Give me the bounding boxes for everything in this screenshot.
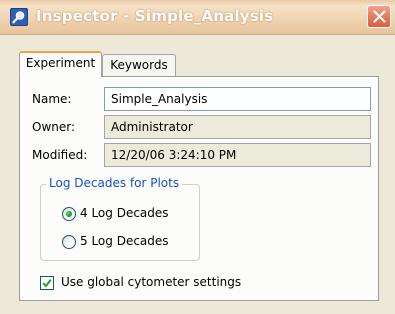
name-label: Name: — [32, 92, 72, 106]
radio-4-log-decades-label[interactable]: 4 Log Decades — [80, 206, 169, 220]
inspector-window: Inspector - Simple_Analysis Experiment K… — [0, 0, 395, 314]
tab-experiment[interactable]: Experiment — [19, 51, 102, 77]
owner-field: Administrator — [104, 115, 371, 139]
radio-5-log-decades[interactable] — [62, 235, 76, 249]
modified-label: Modified: — [32, 148, 88, 162]
use-global-settings-checkbox[interactable] — [40, 276, 54, 290]
radio-5-log-decades-label[interactable]: 5 Log Decades — [80, 234, 169, 248]
owner-label: Owner: — [32, 120, 76, 134]
window-title: Inspector - Simple_Analysis — [36, 7, 274, 25]
radio-4-log-decades[interactable] — [62, 207, 76, 221]
name-field[interactable]: Simple_Analysis — [104, 87, 371, 111]
radio-selected-dot — [66, 211, 72, 217]
inspector-magnifier-icon — [10, 8, 28, 26]
tab-keywords[interactable]: Keywords — [102, 54, 176, 76]
use-global-settings-label[interactable]: Use global cytometer settings — [61, 275, 241, 289]
close-button[interactable] — [367, 5, 391, 28]
log-decades-group-label: Log Decades for Plots — [46, 176, 183, 190]
title-bar[interactable]: Inspector - Simple_Analysis — [0, 0, 395, 35]
modified-field: 12/20/06 3:24:10 PM — [104, 143, 371, 167]
log-decades-group — [40, 184, 200, 261]
tab-strip: Experiment Keywords — [0, 34, 395, 77]
